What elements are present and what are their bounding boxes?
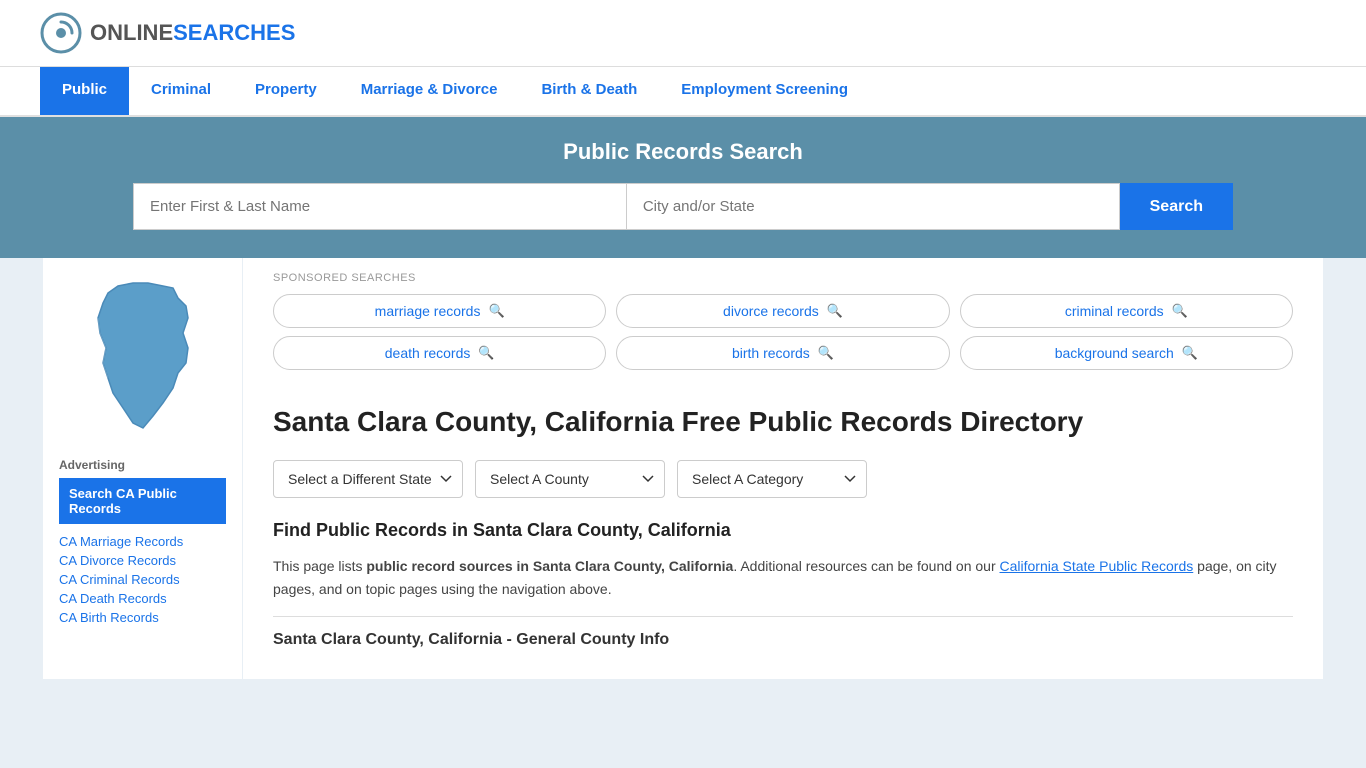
pill-marriage-records[interactable]: marriage records 🔍 (273, 294, 606, 328)
logo[interactable]: ONLINESEARCHES (40, 12, 295, 54)
pill-divorce-label: divorce records (723, 303, 819, 319)
advertising-label: Advertising (59, 458, 226, 472)
nav-item-marriage-divorce[interactable]: Marriage & Divorce (339, 67, 520, 115)
nav-item-property[interactable]: Property (233, 67, 339, 115)
pill-divorce-records[interactable]: divorce records 🔍 (616, 294, 949, 328)
pill-criminal-label: criminal records (1065, 303, 1164, 319)
logo-text: ONLINESEARCHES (90, 20, 295, 46)
desc-part2: . Additional resources can be found on o… (733, 558, 999, 574)
sidebar-ad-box[interactable]: Search CA Public Records (59, 478, 226, 524)
description-text: This page lists public record sources in… (273, 555, 1293, 600)
main-nav: Public Criminal Property Marriage & Divo… (0, 67, 1366, 117)
desc-part1: This page lists (273, 558, 366, 574)
dropdowns-row: Select a Different State Select A County… (273, 460, 1293, 498)
pills-row-1: marriage records 🔍 divorce records 🔍 cri… (273, 294, 1293, 328)
sidebar-link-marriage[interactable]: CA Marriage Records (59, 534, 226, 549)
county-dropdown[interactable]: Select A County (475, 460, 665, 498)
hero-title: Public Records Search (40, 139, 1326, 165)
sidebar-link-divorce[interactable]: CA Divorce Records (59, 553, 226, 568)
sponsored-section: SPONSORED SEARCHES marriage records 🔍 di… (273, 258, 1293, 380)
page-title: Santa Clara County, California Free Publ… (273, 404, 1293, 440)
category-dropdown[interactable]: Select A Category (677, 460, 867, 498)
desc-bold1: public record sources in Santa Clara Cou… (366, 558, 733, 574)
search-icon-4: 🔍 (478, 345, 494, 361)
logo-icon (40, 12, 82, 54)
california-records-link[interactable]: California State Public Records (1000, 558, 1194, 574)
search-icon-1: 🔍 (488, 303, 504, 319)
sidebar: Advertising Search CA Public Records CA … (43, 258, 243, 679)
nav-item-birth-death[interactable]: Birth & Death (519, 67, 659, 115)
pill-death-label: death records (385, 345, 471, 361)
search-button[interactable]: Search (1120, 183, 1233, 230)
pill-background-search[interactable]: background search 🔍 (960, 336, 1293, 370)
content-area: SPONSORED SEARCHES marriage records 🔍 di… (243, 258, 1323, 679)
main-container: Advertising Search CA Public Records CA … (43, 258, 1323, 679)
pills-row-2: death records 🔍 birth records 🔍 backgrou… (273, 336, 1293, 370)
location-input[interactable] (626, 183, 1120, 230)
hero-section: Public Records Search Search (0, 117, 1366, 258)
nav-item-criminal[interactable]: Criminal (129, 67, 233, 115)
search-icon-6: 🔍 (1182, 345, 1198, 361)
nav-item-public[interactable]: Public (40, 67, 129, 115)
sidebar-link-birth[interactable]: CA Birth Records (59, 610, 226, 625)
site-header: ONLINESEARCHES (0, 0, 1366, 67)
state-map (78, 278, 208, 438)
search-icon-3: 🔍 (1172, 303, 1188, 319)
name-input[interactable] (133, 183, 626, 230)
nav-item-employment[interactable]: Employment Screening (659, 67, 870, 115)
pill-marriage-label: marriage records (375, 303, 481, 319)
pill-death-records[interactable]: death records 🔍 (273, 336, 606, 370)
find-heading: Find Public Records in Santa Clara Count… (273, 520, 1293, 541)
sidebar-link-criminal[interactable]: CA Criminal Records (59, 572, 226, 587)
search-icon-2: 🔍 (827, 303, 843, 319)
search-icon-5: 🔍 (818, 345, 834, 361)
general-info-heading: Santa Clara County, California - General… (273, 616, 1293, 649)
pill-criminal-records[interactable]: criminal records 🔍 (960, 294, 1293, 328)
search-pills: marriage records 🔍 divorce records 🔍 cri… (273, 294, 1293, 370)
pill-birth-records[interactable]: birth records 🔍 (616, 336, 949, 370)
search-form: Search (133, 183, 1233, 230)
pill-birth-label: birth records (732, 345, 810, 361)
state-dropdown[interactable]: Select a Different State (273, 460, 463, 498)
sidebar-link-death[interactable]: CA Death Records (59, 591, 226, 606)
pill-background-label: background search (1055, 345, 1174, 361)
sponsored-label: SPONSORED SEARCHES (273, 272, 1293, 284)
